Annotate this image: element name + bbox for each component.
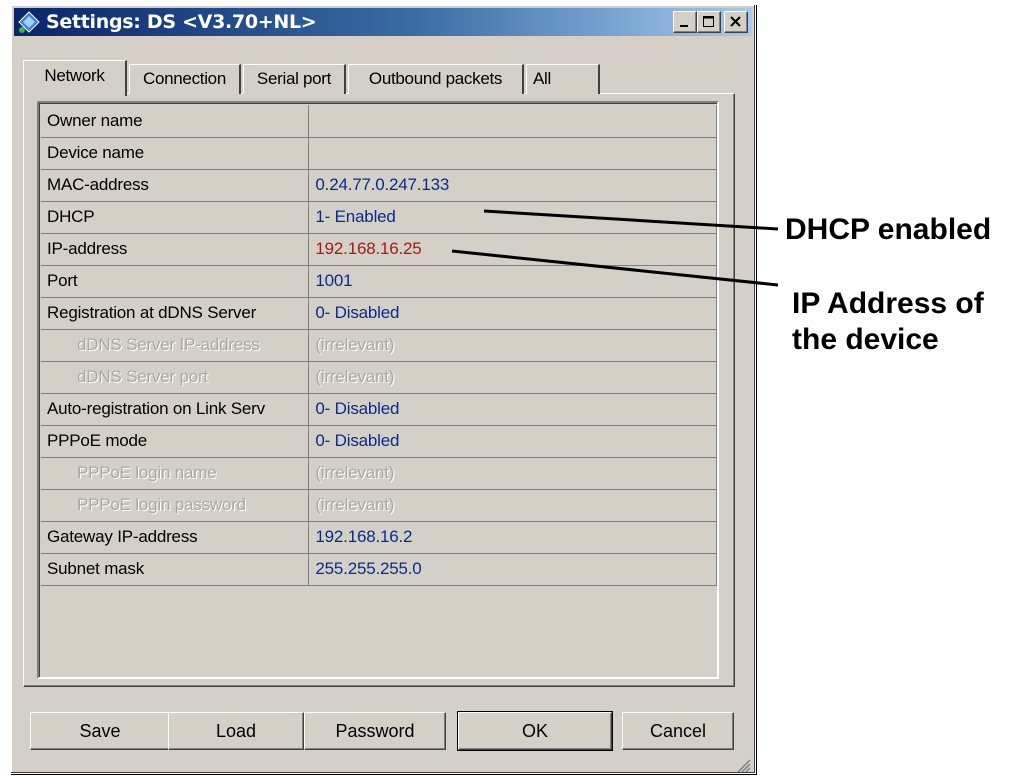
setting-name: Owner name [41, 105, 310, 138]
setting-value: (irrelevant) [308, 329, 717, 362]
table-row[interactable]: Auto-registration on Link Serv 0- Disabl… [41, 393, 717, 426]
title-bar[interactable]: Settings: DS <V3.70+NL> [14, 8, 752, 36]
table-row[interactable]: Owner name [41, 105, 717, 138]
minimize-button[interactable] [673, 11, 697, 33]
window-title: Settings: DS <V3.70+NL> [46, 11, 317, 33]
table-row[interactable]: Registration at dDNS Server 0- Disabled [41, 297, 717, 330]
ip-annotation-line1: IP Address of [792, 287, 984, 320]
password-button[interactable]: Password [304, 712, 446, 750]
table-row[interactable]: DHCP 1- Enabled [41, 201, 717, 234]
setting-name: Subnet mask [41, 553, 310, 586]
setting-value[interactable]: 1- Enabled [308, 201, 717, 234]
minimize-icon [680, 25, 688, 27]
setting-name: IP-address [41, 233, 310, 266]
setting-value[interactable]: 192.168.16.25 [308, 233, 717, 266]
setting-value[interactable]: 0.24.77.0.247.133 [308, 169, 717, 202]
tab-all[interactable]: All [526, 64, 600, 94]
dhcp-annotation: DHCP enabled [785, 213, 992, 246]
setting-value[interactable]: 0- Disabled [308, 393, 717, 426]
table-row[interactable]: Gateway IP-address 192.168.16.2 [41, 521, 717, 554]
close-icon [730, 16, 741, 27]
table-row[interactable]: Device name [41, 137, 717, 170]
tab-network[interactable]: Network [23, 60, 127, 96]
setting-value[interactable]: 192.168.16.2 [308, 521, 717, 554]
setting-name: dDNS Server port [41, 361, 310, 394]
setting-name: PPPoE mode [41, 425, 310, 458]
setting-name: MAC-address [41, 169, 310, 202]
save-button[interactable]: Save [30, 712, 170, 750]
app-icon [18, 11, 40, 33]
table-row[interactable]: Subnet mask 255.255.255.0 [41, 553, 717, 586]
setting-name: PPPoE login password [41, 489, 310, 522]
setting-name: DHCP [41, 201, 310, 234]
setting-value[interactable]: 255.255.255.0 [308, 553, 717, 586]
maximize-button[interactable] [697, 11, 721, 33]
table-row: dDNS Server port (irrelevant) [41, 361, 717, 394]
setting-value: (irrelevant) [308, 489, 717, 522]
table-row: PPPoE login password (irrelevant) [41, 489, 717, 522]
setting-name: Port [41, 265, 310, 298]
settings-grid[interactable]: Owner name Device name MAC-address 0.24.… [37, 101, 719, 679]
resize-grip-icon[interactable] [736, 758, 752, 772]
tab-serial-port[interactable]: Serial port [243, 64, 346, 94]
setting-name: Gateway IP-address [41, 521, 310, 554]
setting-value[interactable] [308, 105, 717, 138]
setting-name: dDNS Server IP-address [41, 329, 310, 362]
close-button[interactable] [724, 11, 748, 33]
table-row: dDNS Server IP-address (irrelevant) [41, 329, 717, 362]
table-row[interactable]: Port 1001 [41, 265, 717, 298]
maximize-icon [703, 16, 714, 27]
setting-name: Registration at dDNS Server [41, 297, 310, 330]
table-row: PPPoE login name (irrelevant) [41, 457, 717, 490]
setting-name: Device name [41, 137, 310, 170]
setting-name: PPPoE login name [41, 457, 310, 490]
setting-value: (irrelevant) [308, 457, 717, 490]
ok-button[interactable]: OK [457, 711, 613, 751]
tab-outbound-packets[interactable]: Outbound packets [348, 64, 524, 94]
setting-value[interactable]: 0- Disabled [308, 425, 717, 458]
setting-value[interactable] [308, 137, 717, 170]
setting-value[interactable]: 0- Disabled [308, 297, 717, 330]
load-button[interactable]: Load [168, 712, 304, 750]
setting-value[interactable]: 1001 [308, 265, 717, 298]
table-row[interactable]: IP-address 192.168.16.25 [41, 233, 717, 266]
ip-annotation-line2: the device [792, 323, 939, 356]
table-row[interactable]: MAC-address 0.24.77.0.247.133 [41, 169, 717, 202]
table-row[interactable]: PPPoE mode 0- Disabled [41, 425, 717, 458]
setting-value: (irrelevant) [308, 361, 717, 394]
setting-name: Auto-registration on Link Serv [41, 393, 310, 426]
tab-connection[interactable]: Connection [129, 64, 241, 94]
cancel-button[interactable]: Cancel [622, 712, 734, 750]
